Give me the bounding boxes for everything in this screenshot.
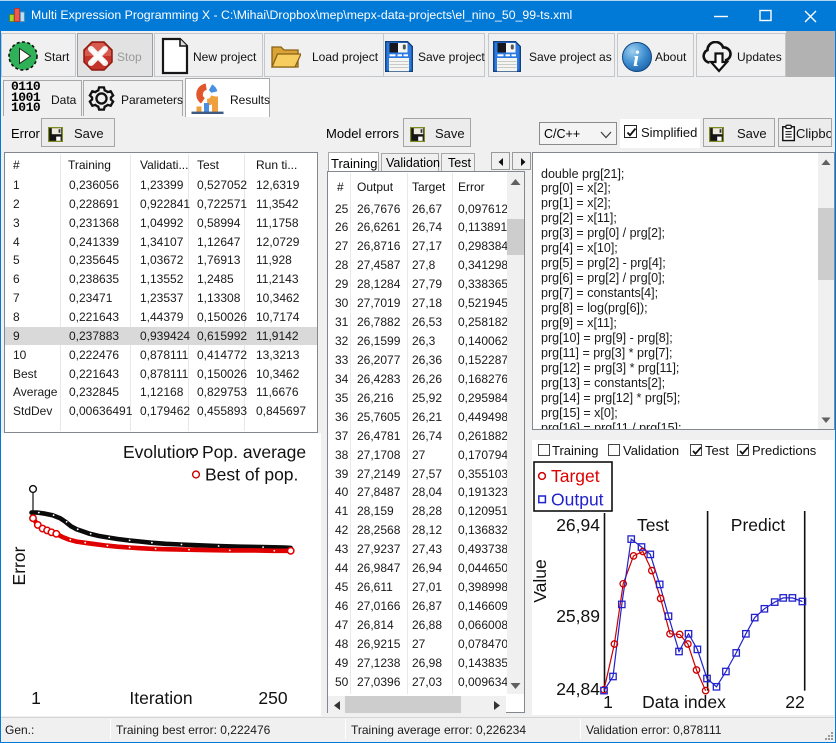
svg-text:Output: Output xyxy=(551,490,604,510)
svg-text:1: 1 xyxy=(603,692,613,712)
svg-text:Pop. average: Pop. average xyxy=(202,442,306,462)
svg-text:i: i xyxy=(633,46,640,71)
svg-text:Target: Target xyxy=(551,466,600,486)
svg-text:Test: Test xyxy=(637,515,669,535)
svg-text:24,84: 24,84 xyxy=(556,679,600,699)
svg-text:25,89: 25,89 xyxy=(556,606,600,626)
svg-text:22: 22 xyxy=(785,692,804,712)
svg-text:Error: Error xyxy=(9,546,29,585)
svg-text:1: 1 xyxy=(31,688,41,708)
svg-text:Value: Value xyxy=(532,559,550,602)
svg-text:Predict: Predict xyxy=(731,515,786,535)
svg-text:Data index: Data index xyxy=(642,692,726,712)
svg-text:26,94: 26,94 xyxy=(556,515,600,535)
svg-text:Evolution: Evolution xyxy=(123,442,195,462)
svg-text:Iteration: Iteration xyxy=(129,688,192,708)
svg-text:250: 250 xyxy=(258,688,287,708)
svg-text:Best of pop.: Best of pop. xyxy=(205,465,298,485)
